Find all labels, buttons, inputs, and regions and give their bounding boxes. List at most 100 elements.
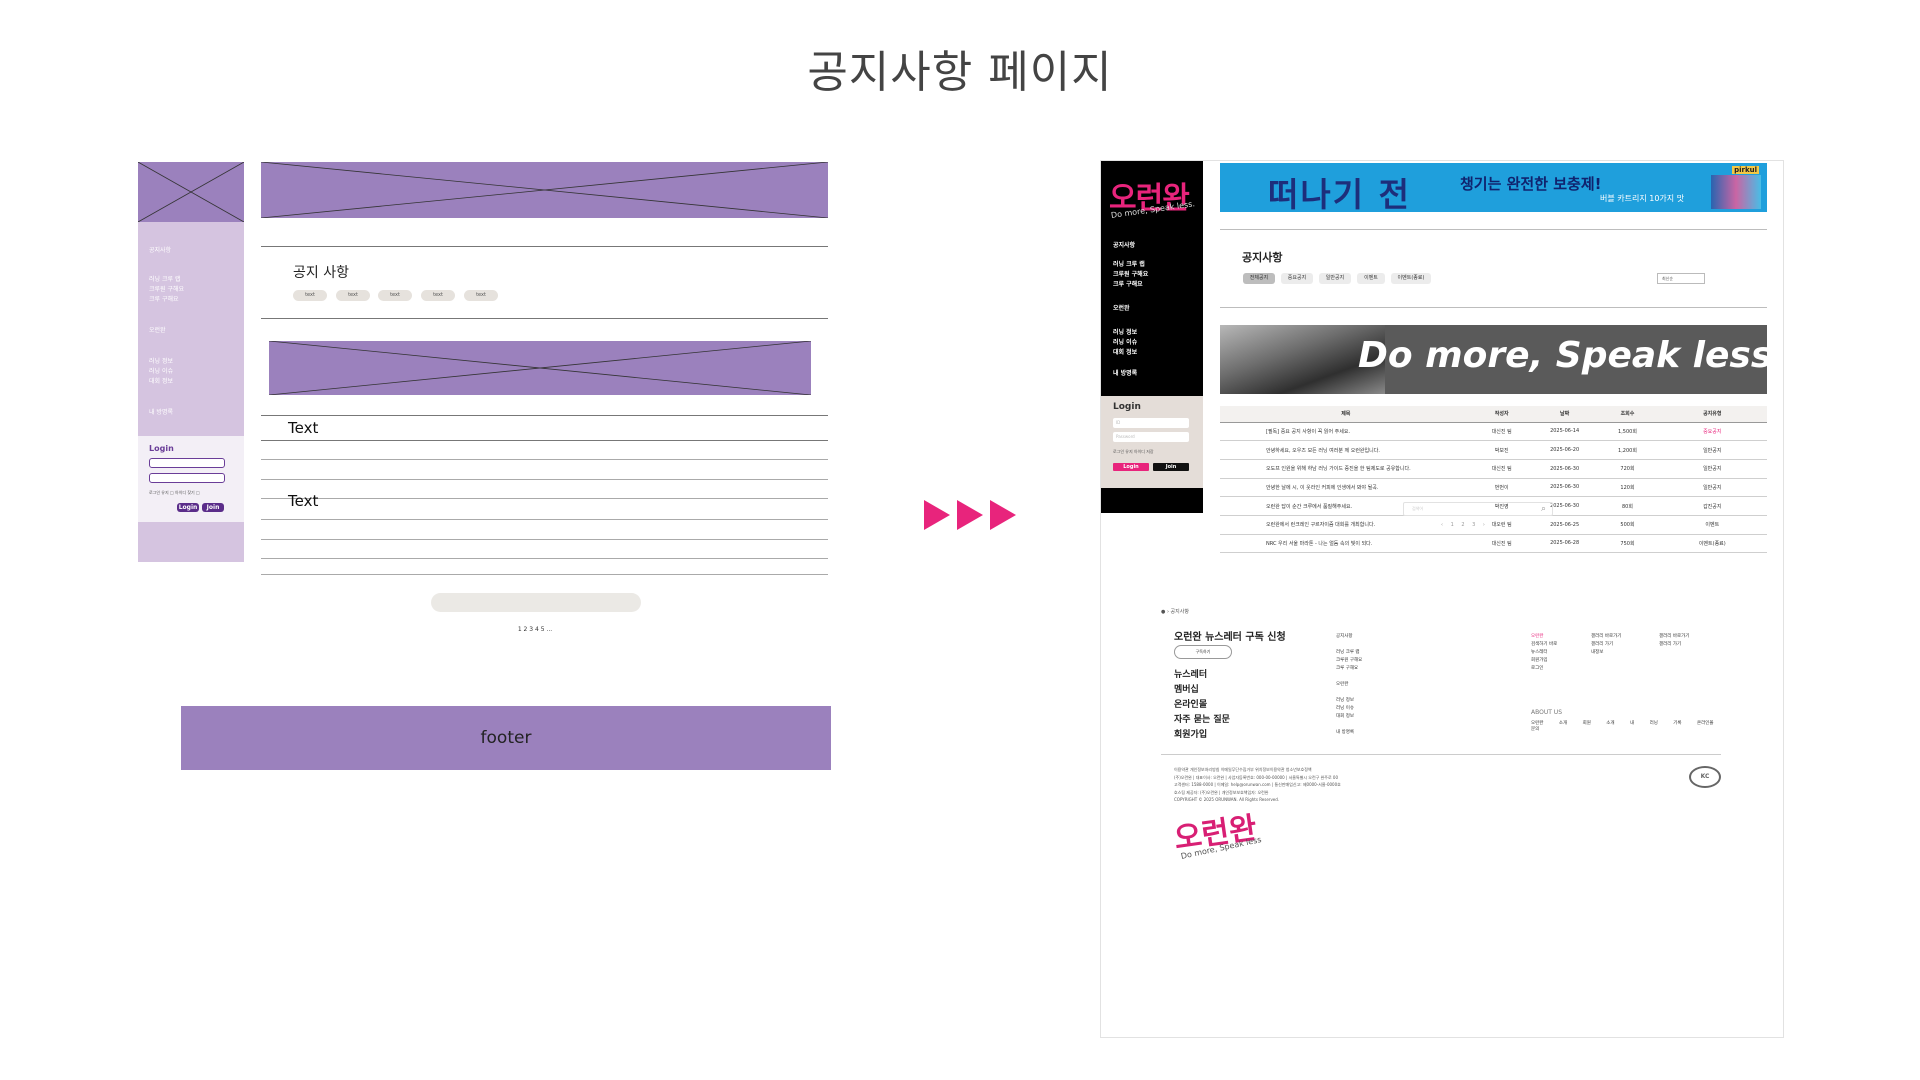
footer-link[interactable]: 검색하기 바로 (1531, 641, 1557, 649)
banner-caption: 버블 카트리지 10가지 맛 (1600, 194, 1685, 203)
sitemap-link[interactable]: 대회 정보 (1336, 713, 1362, 721)
wf-nav-running-info[interactable]: 러닝 정보 (149, 357, 173, 367)
row-date: 2025-06-20 (1531, 440, 1598, 460)
wf-nav-find-crew[interactable]: 크루 구해요 (149, 295, 179, 305)
table-row[interactable]: [필독] 중요 공지 사항이 꼭 읽어 주세요. 대신진 팀 2025-06-1… (1220, 422, 1767, 442)
site-pagination[interactable]: ‹ 1 2 3 › (1441, 522, 1488, 528)
site-nav-crew-member[interactable]: 크루원 구해요 (1113, 270, 1148, 280)
wf-nav-notice[interactable]: 공지사항 (149, 246, 171, 256)
sitemap-link[interactable]: 러닝 정보 (1336, 697, 1362, 705)
footer-link[interactable]: 갤러리 바로가기 (1591, 633, 1621, 641)
footer-menu-item[interactable]: 뉴스레터 (1174, 668, 1230, 683)
wf-chip[interactable]: text (421, 290, 455, 301)
site-nav-guestbook[interactable]: 내 방명록 (1113, 369, 1137, 379)
wf-nav-race-info[interactable]: 대회 정보 (149, 377, 173, 387)
row-title[interactable]: 안녕하세요, 오우즈 모든 러닝 여러분 께 오런완입니다. (1220, 440, 1472, 460)
ad-banner[interactable]: 떠나기 전 챙기는 완전한 보충제! 버블 카트리지 10가지 맛 pirkul (1220, 163, 1767, 212)
row-title[interactable]: NRC 우리 서울 마라톤 - 나는 얼둠 속의 빛이 되다. (1220, 534, 1472, 554)
legal-line[interactable]: 이용약관 개인정보처리방침 이메일무단수집거부 위치정보이용약관 청소년보호정책 (1174, 766, 1341, 774)
table-row[interactable]: NRC 우리 서울 마라톤 - 나는 얼둠 속의 빛이 되다. 대신진 팀 20… (1220, 534, 1767, 554)
arrow-icon (924, 500, 950, 530)
row-type: 일반공지 (1657, 478, 1767, 498)
banner-headline: 떠나기 전 (1268, 175, 1411, 212)
footer-link[interactable]: 갤러리 가기 (1591, 641, 1621, 649)
about-link[interactable]: 회원 소개 (1583, 721, 1615, 726)
sitemap-link[interactable]: 크루원 구해요 (1336, 657, 1362, 665)
wf-remember[interactable]: 로그인 유지 □ 아이디 찾기 □ (149, 490, 200, 496)
wf-join-button[interactable]: Join (202, 503, 224, 512)
wf-table-line (261, 479, 828, 480)
sitemap-link[interactable]: 공지사항 (1336, 633, 1362, 641)
sitemap-link[interactable]: 오런완 (1336, 681, 1362, 689)
site-search-input[interactable]: 검색어 (1403, 502, 1553, 516)
chip-all[interactable]: 전체공지 (1243, 273, 1275, 284)
site-nav-running-issue[interactable]: 러닝 이슈 (1113, 338, 1137, 348)
row-title[interactable]: [필독] 중요 공지 사항이 꼭 읽어 주세요. (1220, 422, 1472, 442)
row-views: 120회 (1597, 478, 1658, 498)
footer-menu-item[interactable]: 온라인몰 (1174, 698, 1230, 713)
site-id-input[interactable]: ID (1113, 418, 1189, 428)
row-author: 대신진 팀 (1471, 534, 1532, 554)
site-password-input[interactable]: Password (1113, 432, 1189, 442)
site-nav-orunwan[interactable]: 오런완 (1113, 304, 1130, 314)
footer-menu-item[interactable]: 회원가입 (1174, 728, 1230, 743)
footer-link[interactable]: 오런완 (1531, 633, 1557, 641)
row-title[interactable]: 안녕한 날에 시, 이 웃라인 커피에 인생에서 봐야 될곡. (1220, 478, 1472, 498)
site-nav-find-crew[interactable]: 크루 구해요 (1113, 280, 1143, 290)
footer-link[interactable]: 회원가입 (1531, 657, 1557, 665)
wf-chip[interactable]: text (464, 290, 498, 301)
wf-id-input[interactable] (149, 458, 225, 468)
row-title[interactable]: 오런완에서 런크레인 구르자이즘 대회를 개최합니다. (1220, 515, 1472, 535)
sitemap-link[interactable]: 러닝 이슈 (1336, 705, 1362, 713)
banner-subheadline: 챙기는 완전한 보충제! (1460, 175, 1602, 193)
subscribe-button[interactable]: 구독하기 (1174, 645, 1232, 659)
about-link[interactable]: 오런완 소개 (1531, 721, 1567, 726)
footer-link[interactable]: 내정보 (1591, 649, 1621, 657)
wf-pagination[interactable]: 1 2 3 4 5 ... (500, 626, 570, 633)
sitemap-spacer (1336, 721, 1362, 729)
table-row[interactable]: 오도프 인원을 위해 하남 러닝 가이드 증진을 한 팀제도로 공유합니다. 대… (1220, 459, 1767, 479)
footer-link[interactable]: 갤러리 가기 (1659, 641, 1689, 649)
table-row[interactable]: 오런완에서 런크레인 구르자이즘 대회를 개최합니다. 대오런 팀 2025-0… (1220, 515, 1767, 535)
sort-select[interactable]: 최신순 (1657, 273, 1705, 284)
sitemap-link[interactable]: 러닝 크루 랩 (1336, 649, 1362, 657)
table-row[interactable]: 안녕한 날에 시, 이 웃라인 커피에 인생에서 봐야 될곡. 번번이 2025… (1220, 478, 1767, 498)
chip-important[interactable]: 중요공지 (1281, 273, 1313, 284)
site-join-button[interactable]: Join (1153, 463, 1189, 471)
chip-event[interactable]: 이벤트 (1357, 273, 1385, 284)
wf-nav-guestbook[interactable]: 내 방명록 (149, 408, 173, 418)
wf-nav-orunwan[interactable]: 오런완 (149, 326, 166, 336)
banner-brand: pirkul (1732, 166, 1759, 174)
wf-search-bar[interactable] (431, 593, 641, 612)
wf-chip[interactable]: text (336, 290, 370, 301)
about-link[interactable]: 내 러닝 기록 (1630, 721, 1682, 726)
site-remember[interactable]: 로그인 유지 아이디 저장 (1113, 449, 1154, 455)
wf-nav-running-crew[interactable]: 러닝 크루 랩 (149, 275, 180, 285)
wf-chip[interactable]: text (293, 290, 327, 301)
footer-link[interactable]: 로그인 (1531, 665, 1557, 673)
chip-event-ended[interactable]: 이벤트(종료) (1391, 273, 1431, 284)
wf-chip[interactable]: text (378, 290, 412, 301)
footer-link[interactable]: 뉴스레터 (1531, 649, 1557, 657)
table-row[interactable]: 안녕하세요, 오우즈 모든 러닝 여러분 께 오런완입니다. 박보진 2025-… (1220, 440, 1767, 460)
site-nav-race-info[interactable]: 대회 정보 (1113, 348, 1137, 358)
footer-breadcrumb[interactable]: ● › 공지사항 (1161, 608, 1189, 615)
site-nav-running-crew[interactable]: 러닝 크루 랩 (1113, 260, 1145, 270)
wf-nav-crew-member[interactable]: 크루원 구해요 (149, 285, 184, 295)
footer-link[interactable]: 갤러리 바로가기 (1659, 633, 1689, 641)
site-nav-running-info[interactable]: 러닝 정보 (1113, 328, 1137, 338)
wf-table-line (261, 574, 828, 575)
search-icon[interactable]: ⌕ (1541, 504, 1546, 514)
sitemap-link[interactable]: 크루 구해요 (1336, 665, 1362, 673)
footer-menu-item[interactable]: 멤버십 (1174, 683, 1230, 698)
wf-nav-running-issue[interactable]: 러닝 이슈 (149, 367, 173, 377)
chip-general[interactable]: 일반공지 (1319, 273, 1351, 284)
wf-login-button[interactable]: Login (177, 503, 199, 512)
wf-sidebar: 공지사항 러닝 크루 랩 크루원 구해요 크루 구해요 오런완 러닝 정보 러닝… (138, 162, 244, 562)
footer-menu-item[interactable]: 자주 묻는 질문 (1174, 713, 1230, 728)
wf-password-input[interactable] (149, 473, 225, 483)
sitemap-link[interactable]: 내 방명록 (1336, 729, 1362, 737)
site-nav-notice[interactable]: 공지사항 (1113, 241, 1135, 251)
row-title[interactable]: 오도프 인원을 위해 하남 러닝 가이드 증진을 한 팀제도로 공유합니다. (1220, 459, 1472, 479)
site-login-button[interactable]: Login (1113, 463, 1149, 471)
